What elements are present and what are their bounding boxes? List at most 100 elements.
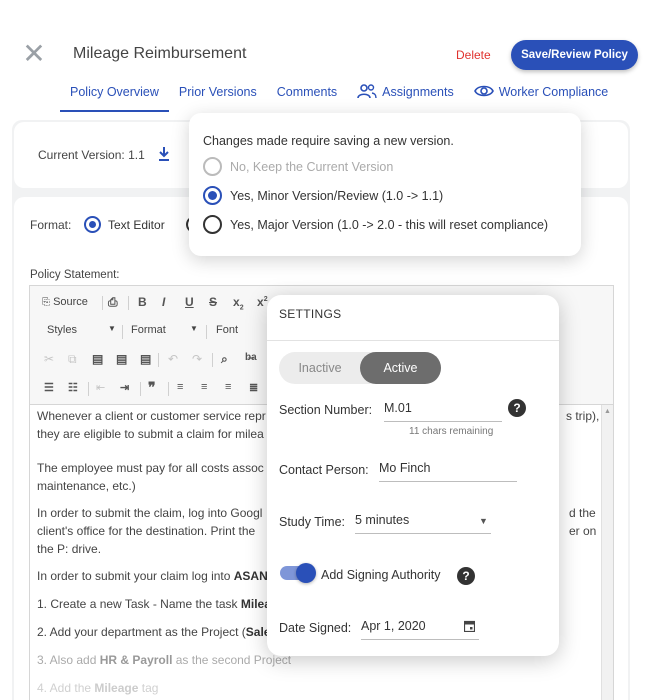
- editor-text: 3. Also add: [37, 653, 100, 667]
- major-version-option[interactable]: Yes, Major Version (1.0 -> 2.0 - this wi…: [203, 215, 548, 234]
- copy-icon[interactable]: ⧉: [68, 352, 77, 367]
- source-icon: ⎘: [42, 297, 50, 308]
- format-dropdown[interactable]: Format: [131, 324, 166, 336]
- study-time-select[interactable]: 5 minutes: [355, 513, 491, 534]
- editor-line: In order to submit the claim, log into G…: [37, 506, 263, 520]
- editor-scrollbar[interactable]: [601, 405, 613, 700]
- text-editor-option-label: Text Editor: [108, 218, 165, 232]
- editor-bold-text: Mileage: [94, 681, 139, 695]
- editor-line: Whenever a client or customer service re…: [37, 409, 266, 423]
- underline-icon[interactable]: U: [185, 295, 194, 309]
- close-icon[interactable]: ✕: [22, 40, 46, 68]
- editor-line: maintenance, etc.): [37, 479, 136, 493]
- keep-version-label: No, Keep the Current Version: [230, 159, 394, 174]
- indent-icon[interactable]: ⇥: [120, 381, 129, 394]
- settings-title: SETTINGS: [279, 307, 342, 321]
- tab-policy-overview[interactable]: Policy Overview: [60, 80, 169, 112]
- editor-text: In order to submit your claim log into: [37, 569, 234, 583]
- bulleted-list-icon[interactable]: ☷: [68, 381, 78, 394]
- bold-icon[interactable]: B: [138, 295, 147, 309]
- signing-authority-label: Add Signing Authority: [321, 568, 441, 582]
- paste-word-icon[interactable]: ▤: [140, 352, 151, 366]
- print-icon[interactable]: ⎙: [108, 295, 118, 310]
- current-version: Current Version: 1.1: [38, 148, 145, 162]
- tab-label: Assignments: [382, 85, 454, 99]
- keep-version-option[interactable]: No, Keep the Current Version: [203, 157, 393, 176]
- section-number-hint: 11 chars remaining: [409, 426, 494, 437]
- paste-icon[interactable]: ▤: [92, 352, 103, 366]
- outdent-icon[interactable]: ⇤: [96, 381, 105, 394]
- text-editor-radio[interactable]: [84, 216, 101, 233]
- date-signed-input[interactable]: Apr 1, 2020: [361, 619, 479, 640]
- replace-icon[interactable]: b̶a: [245, 352, 257, 363]
- keep-version-radio[interactable]: [203, 157, 222, 176]
- policy-statement-label: Policy Statement:: [30, 269, 120, 281]
- chevron-down-icon: ▼: [479, 516, 488, 526]
- settings-header: SETTINGS: [267, 295, 559, 341]
- version-popup-title: Changes made require saving a new versio…: [203, 134, 454, 148]
- strikethrough-icon[interactable]: S: [209, 295, 217, 309]
- source-button-label: Source: [53, 296, 88, 308]
- styles-dropdown[interactable]: Styles: [47, 324, 77, 336]
- superscript-icon[interactable]: x2: [257, 295, 268, 309]
- current-version-label: Current Version:: [38, 148, 125, 162]
- editor-line: 2. Add your department as the Project (S…: [37, 623, 270, 641]
- align-left-icon[interactable]: ≡: [177, 381, 183, 393]
- download-icon[interactable]: [157, 146, 171, 167]
- tab-prior-versions[interactable]: Prior Versions: [169, 80, 267, 112]
- editor-text: 1. Create a new Task - Name the task: [37, 597, 241, 611]
- cut-icon[interactable]: ✂: [44, 352, 54, 366]
- styles-dropdown-label: Styles: [47, 324, 77, 336]
- tab-label: Comments: [276, 85, 338, 99]
- subscript-icon[interactable]: x2: [233, 295, 244, 311]
- minor-version-option[interactable]: Yes, Minor Version/Review (1.0 -> 1.1): [203, 186, 443, 205]
- editor-line-fragment: d the: [569, 506, 596, 520]
- active-toggle-button[interactable]: Active: [360, 352, 441, 384]
- tab-worker-compliance[interactable]: Worker Compliance: [464, 80, 619, 112]
- editor-text: 2. Add your department as the Project (: [37, 625, 246, 639]
- editor-line-fragment: er on: [569, 524, 597, 538]
- toolbar-divider: [212, 353, 213, 367]
- toolbar-divider: [102, 296, 103, 310]
- paste-text-icon[interactable]: ▤: [116, 352, 127, 366]
- font-dropdown-label: Font: [216, 324, 239, 336]
- redo-icon[interactable]: ↷: [192, 352, 202, 366]
- font-dropdown[interactable]: Font: [216, 324, 238, 336]
- align-center-icon[interactable]: ≡: [201, 381, 207, 393]
- align-right-icon[interactable]: ≡: [225, 381, 231, 393]
- source-button[interactable]: ⎘ Source: [42, 296, 88, 308]
- signing-authority-toggle[interactable]: [280, 563, 316, 583]
- major-version-label: Yes, Major Version (1.0 -> 2.0 - this wi…: [230, 217, 549, 232]
- inactive-toggle-button[interactable]: Inactive: [279, 352, 361, 384]
- undo-icon[interactable]: ↶: [168, 352, 178, 366]
- editor-text: tag: [138, 681, 159, 695]
- version-popup: Changes made require saving a new versio…: [189, 113, 581, 256]
- italic-icon[interactable]: I: [162, 295, 165, 309]
- blockquote-icon[interactable]: ❞: [148, 379, 156, 396]
- contact-person-label: Contact Person:: [279, 463, 369, 477]
- find-icon[interactable]: ⌕: [221, 352, 228, 367]
- numbered-list-icon[interactable]: ☰: [44, 381, 54, 394]
- editor-line: client's office for the destination. Pri…: [37, 524, 256, 538]
- help-icon[interactable]: ?: [508, 399, 526, 417]
- calendar-icon[interactable]: [463, 620, 476, 635]
- current-version-value: 1.1: [128, 148, 145, 162]
- settings-panel: SETTINGS Inactive Active Section Number:…: [267, 295, 559, 656]
- major-version-radio[interactable]: [203, 215, 222, 234]
- date-signed-label: Date Signed:: [279, 621, 352, 635]
- editor-bold-text: HR & Payroll: [99, 653, 173, 667]
- help-icon[interactable]: ?: [457, 567, 475, 585]
- justify-icon[interactable]: ≣: [249, 381, 258, 394]
- delete-button[interactable]: Delete: [456, 48, 491, 62]
- toolbar-divider: [168, 382, 169, 396]
- tab-assignments[interactable]: Assignments: [347, 80, 464, 112]
- tab-label: Prior Versions: [178, 85, 257, 99]
- save-review-button[interactable]: Save/Review Policy: [511, 40, 638, 70]
- tab-comments[interactable]: Comments: [267, 80, 347, 112]
- chevron-down-icon: ▼: [190, 324, 198, 333]
- minor-version-radio[interactable]: [203, 186, 222, 205]
- section-number-input[interactable]: M.01: [384, 401, 502, 422]
- toolbar-divider: [206, 325, 207, 339]
- contact-person-input[interactable]: Mo Finch: [379, 461, 517, 482]
- editor-line: In order to submit your claim log into A…: [37, 567, 268, 585]
